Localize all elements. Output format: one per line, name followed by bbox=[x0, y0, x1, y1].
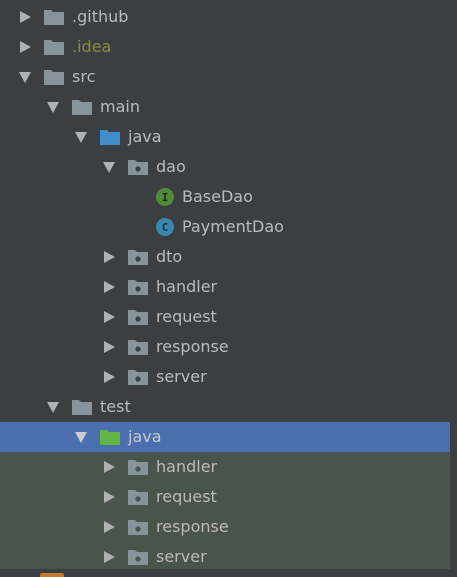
tree-node-test-server[interactable]: server bbox=[0, 542, 450, 572]
tree-node-test-request[interactable]: request bbox=[0, 482, 450, 512]
tree-node-label: main bbox=[100, 97, 140, 116]
tree-node-label: response bbox=[156, 337, 229, 356]
tree-node-main-handler[interactable]: handler bbox=[0, 272, 450, 302]
tree-node-main-server[interactable]: server bbox=[0, 362, 450, 392]
expand-arrow-icon[interactable] bbox=[102, 550, 116, 564]
tree-node-label: dao bbox=[156, 157, 186, 176]
package-icon bbox=[128, 279, 148, 295]
tree-node-dao[interactable]: dao bbox=[0, 152, 450, 182]
tree-node-basedao[interactable]: I BaseDao bbox=[0, 182, 450, 212]
tree-node-label: .idea bbox=[72, 37, 112, 56]
tree-node-main-response[interactable]: response bbox=[0, 332, 450, 362]
bottom-edge bbox=[0, 569, 457, 577]
tree-node-main-request[interactable]: request bbox=[0, 302, 450, 332]
collapse-arrow-icon[interactable] bbox=[102, 160, 116, 174]
project-tree: .github .idea src main java dao I BaseDa… bbox=[0, 0, 457, 577]
folder-icon bbox=[44, 9, 64, 25]
interface-icon: I bbox=[156, 188, 174, 206]
tree-node-label: handler bbox=[156, 277, 218, 296]
package-icon bbox=[128, 459, 148, 475]
package-icon bbox=[128, 159, 148, 175]
tree-node-main-java[interactable]: java bbox=[0, 122, 450, 152]
tree-node-test-java[interactable]: java bbox=[0, 422, 450, 452]
expand-arrow-icon[interactable] bbox=[18, 10, 32, 24]
collapse-arrow-icon[interactable] bbox=[18, 70, 32, 84]
package-icon bbox=[128, 339, 148, 355]
tree-node-idea[interactable]: .idea bbox=[0, 32, 450, 62]
tree-node-dto[interactable]: dto bbox=[0, 242, 450, 272]
tree-node-paymentdao[interactable]: C PaymentDao bbox=[0, 212, 450, 242]
package-icon bbox=[128, 249, 148, 265]
source-folder-icon bbox=[100, 129, 120, 145]
package-icon bbox=[128, 519, 148, 535]
tree-node-label: java bbox=[128, 427, 162, 446]
tree-node-test-handler[interactable]: handler bbox=[0, 452, 450, 482]
expand-arrow-icon[interactable] bbox=[102, 250, 116, 264]
tree-node-label: server bbox=[156, 547, 207, 566]
tree-node-label: request bbox=[156, 307, 217, 326]
tree-node-label: server bbox=[156, 367, 207, 386]
expand-arrow-icon[interactable] bbox=[18, 40, 32, 54]
folder-icon bbox=[72, 99, 92, 115]
tree-node-label: request bbox=[156, 487, 217, 506]
expand-arrow-icon[interactable] bbox=[102, 370, 116, 384]
collapse-arrow-icon[interactable] bbox=[46, 400, 60, 414]
package-icon bbox=[128, 369, 148, 385]
tree-node-label: .github bbox=[72, 7, 129, 26]
tree-node-test-response[interactable]: response bbox=[0, 512, 450, 542]
expand-arrow-icon[interactable] bbox=[102, 490, 116, 504]
folder-icon bbox=[72, 399, 92, 415]
tree-node-label: dto bbox=[156, 247, 183, 266]
tree-node-test[interactable]: test bbox=[0, 392, 450, 422]
tree-node-label: response bbox=[156, 517, 229, 536]
tree-node-label: java bbox=[128, 127, 162, 146]
test-source-folder-icon bbox=[100, 429, 120, 445]
collapse-arrow-icon[interactable] bbox=[74, 430, 88, 444]
expand-arrow-icon[interactable] bbox=[102, 520, 116, 534]
expand-arrow-icon[interactable] bbox=[102, 340, 116, 354]
tree-node-main[interactable]: main bbox=[0, 92, 450, 122]
collapse-arrow-icon[interactable] bbox=[74, 130, 88, 144]
expand-arrow-icon[interactable] bbox=[102, 460, 116, 474]
tree-node-src[interactable]: src bbox=[0, 62, 450, 92]
class-icon: C bbox=[156, 218, 174, 236]
package-icon bbox=[128, 549, 148, 565]
tree-node-label: handler bbox=[156, 457, 218, 476]
expand-arrow-icon[interactable] bbox=[102, 280, 116, 294]
tree-node-label: test bbox=[100, 397, 131, 416]
folder-icon bbox=[44, 69, 64, 85]
tree-node-label: src bbox=[72, 67, 96, 86]
package-icon bbox=[128, 309, 148, 325]
collapse-arrow-icon[interactable] bbox=[46, 100, 60, 114]
package-icon bbox=[128, 489, 148, 505]
partial-tab-indicator bbox=[40, 573, 64, 577]
tree-node-github[interactable]: .github bbox=[0, 2, 450, 32]
tree-node-label: PaymentDao bbox=[182, 217, 284, 236]
folder-icon bbox=[44, 39, 64, 55]
expand-arrow-icon[interactable] bbox=[102, 310, 116, 324]
tree-node-label: BaseDao bbox=[182, 187, 253, 206]
